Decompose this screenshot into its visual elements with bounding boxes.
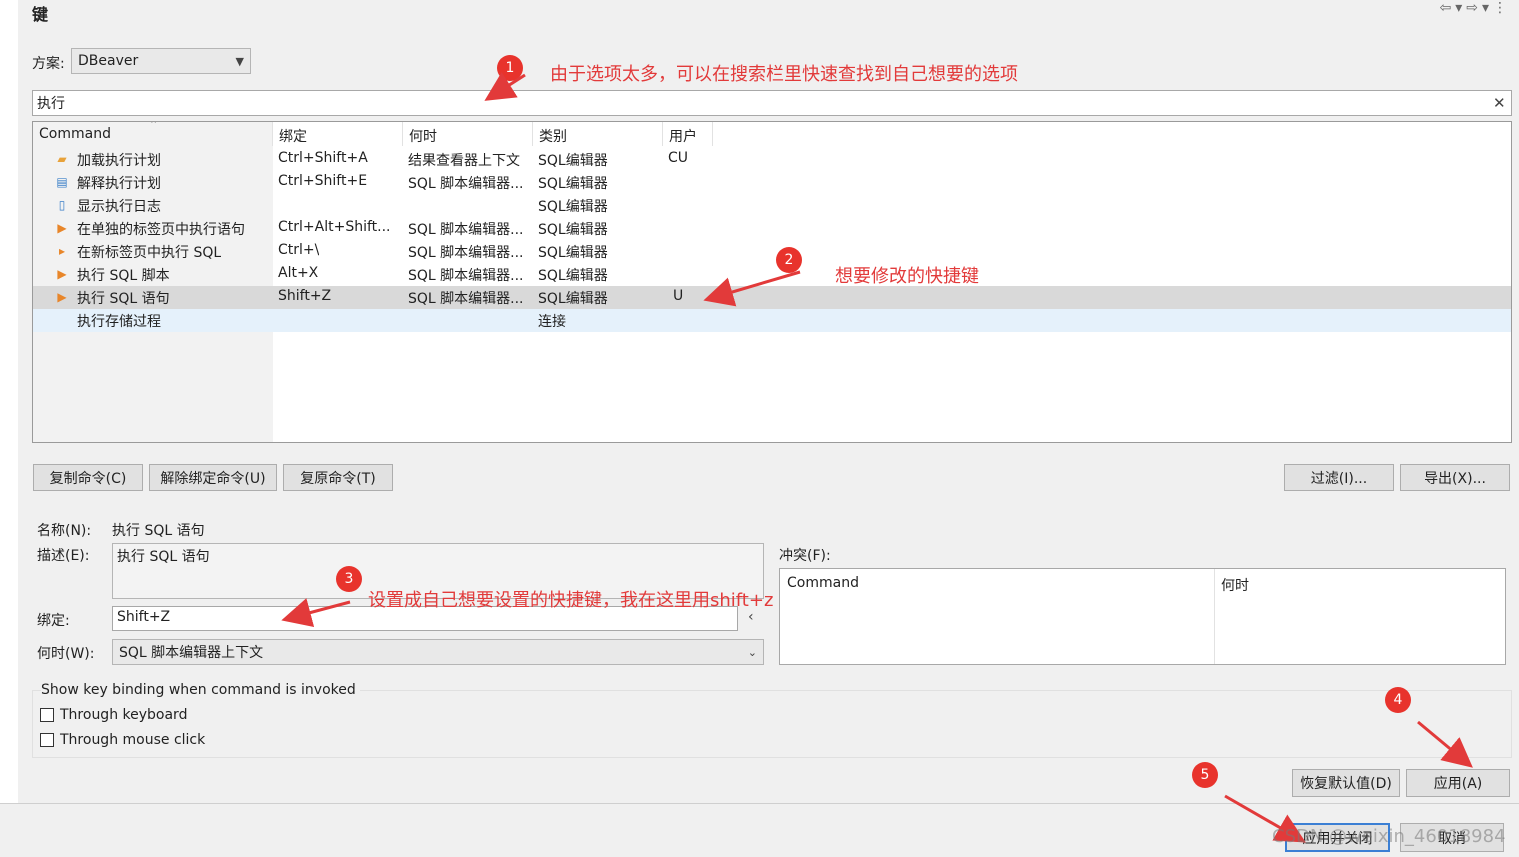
apply-button[interactable]: 应用(A)	[1406, 769, 1510, 797]
annotation-badge-5: 5	[1192, 762, 1218, 788]
annotation-text-2: 想要修改的快捷键	[835, 266, 979, 287]
when-select[interactable]: SQL 脚本编辑器上下文 ⌄	[112, 639, 764, 665]
scheme-value: DBeaver	[78, 53, 139, 69]
column-header-user[interactable]: 用户	[663, 122, 713, 146]
through-keyboard-label: Through keyboard	[60, 707, 188, 723]
when-label: 何时(W):	[37, 646, 95, 662]
conflict-header-when[interactable]: 何时	[1221, 575, 1249, 595]
keys-table[interactable]: Command ⌃ 绑定 何时 类别 用户 ▰ 加载执行计划 Ctrl+Shif…	[32, 121, 1512, 443]
when-value: SQL 脚本编辑器上下文	[119, 645, 264, 661]
annotation-badge-2: 2	[776, 247, 802, 273]
annotation-badge-4: 4	[1385, 687, 1411, 713]
chevron-down-icon: ⌄	[747, 645, 757, 659]
left-edge-panel	[0, 0, 19, 800]
annotation-badge-1: 1	[497, 55, 523, 81]
run-new-tab-icon: ▸	[58, 244, 66, 258]
table-row[interactable]: ▤ 解释执行计划 Ctrl+Shift+E SQL 脚本编辑器... SQL编辑…	[33, 171, 1511, 194]
through-keyboard-checkbox[interactable]	[40, 708, 54, 722]
export-button[interactable]: 导出(X)...	[1400, 464, 1510, 491]
nav-toolbar: ⇦▾⇨▾⋮	[1439, 0, 1511, 16]
name-value: 执行 SQL 语句	[112, 523, 205, 539]
conflicts-table[interactable]: Command 何时	[779, 568, 1506, 665]
table-row[interactable]: ▰ 加载执行计划 Ctrl+Shift+A 结果查看器上下文 SQL编辑器 CU	[33, 148, 1511, 171]
forward-dropdown-icon[interactable]: ▾	[1482, 0, 1493, 16]
table-row-selected[interactable]: ▶ 执行 SQL 语句 Shift+Z SQL 脚本编辑器... SQL编辑器 …	[33, 286, 1511, 309]
watermark: CSDN @weixin_46018984	[1272, 826, 1506, 847]
chevron-down-icon: ▼	[235, 54, 244, 68]
scheme-label: 方案:	[32, 56, 65, 72]
annotation-text-3: 设置成自己想要设置的快捷键，我在这里用shift+z	[368, 590, 774, 611]
column-header-category[interactable]: 类别	[533, 122, 663, 146]
filter-value: 执行	[37, 96, 65, 112]
scheme-select[interactable]: DBeaver ▼	[71, 48, 251, 74]
clear-filter-icon[interactable]: ✕	[1493, 94, 1506, 112]
page-title: 键	[32, 5, 49, 24]
table-row[interactable]: ▶ 在单独的标签页中执行语句 Ctrl+Alt+Shift... SQL 脚本编…	[33, 217, 1511, 240]
filter-button[interactable]: 过滤(I)...	[1284, 464, 1394, 491]
document-icon: ▤	[56, 175, 68, 189]
log-file-icon: ▯	[58, 198, 66, 212]
description-label: 描述(E):	[37, 548, 90, 564]
table-row[interactable]: ▯ 显示执行日志 SQL编辑器	[33, 194, 1511, 217]
run-script-icon: ▶	[57, 267, 67, 281]
conflicts-label: 冲突(F):	[779, 548, 831, 564]
restore-defaults-button[interactable]: 恢复默认值(D)	[1292, 769, 1400, 797]
binding-label: 绑定:	[37, 613, 70, 629]
menu-icon[interactable]: ⋮	[1493, 0, 1511, 16]
run-icon: ▶	[57, 290, 67, 304]
show-binding-group	[32, 690, 1512, 758]
back-icon[interactable]: ⇦	[1439, 0, 1455, 16]
back-dropdown-icon[interactable]: ▾	[1455, 0, 1466, 16]
through-mouse-label: Through mouse click	[60, 732, 206, 748]
column-header-binding[interactable]: 绑定	[273, 122, 403, 146]
filter-input[interactable]: 执行	[32, 90, 1512, 116]
table-row[interactable]: ▶ 执行 SQL 脚本 Alt+X SQL 脚本编辑器... SQL编辑器	[33, 263, 1511, 286]
column-divider	[1214, 569, 1215, 664]
annotation-text-1: 由于选项太多，可以在搜索栏里快速查找到自己想要的选项	[550, 64, 1018, 85]
forward-icon[interactable]: ⇨	[1466, 0, 1482, 16]
copy-command-button[interactable]: 复制命令(C)	[33, 464, 143, 491]
conflict-header-command[interactable]: Command	[787, 575, 859, 591]
through-mouse-checkbox[interactable]	[40, 733, 54, 747]
run-in-tab-icon: ▶	[57, 221, 67, 235]
show-binding-title: Show key binding when command is invoked	[41, 682, 360, 698]
name-label: 名称(N):	[37, 523, 92, 539]
unbind-command-button[interactable]: 解除绑定命令(U)	[149, 464, 277, 491]
table-row[interactable]: 执行存储过程 连接	[33, 309, 1511, 332]
table-row[interactable]: ▸ 在新标签页中执行 SQL Ctrl+\ SQL 脚本编辑器... SQL编辑…	[33, 240, 1511, 263]
folder-icon: ▰	[57, 152, 67, 166]
sort-ascending-icon: ⌃	[149, 121, 159, 131]
column-header-when[interactable]: 何时	[403, 122, 533, 146]
annotation-badge-3: 3	[336, 566, 362, 592]
restore-command-button[interactable]: 复原命令(T)	[283, 464, 393, 491]
